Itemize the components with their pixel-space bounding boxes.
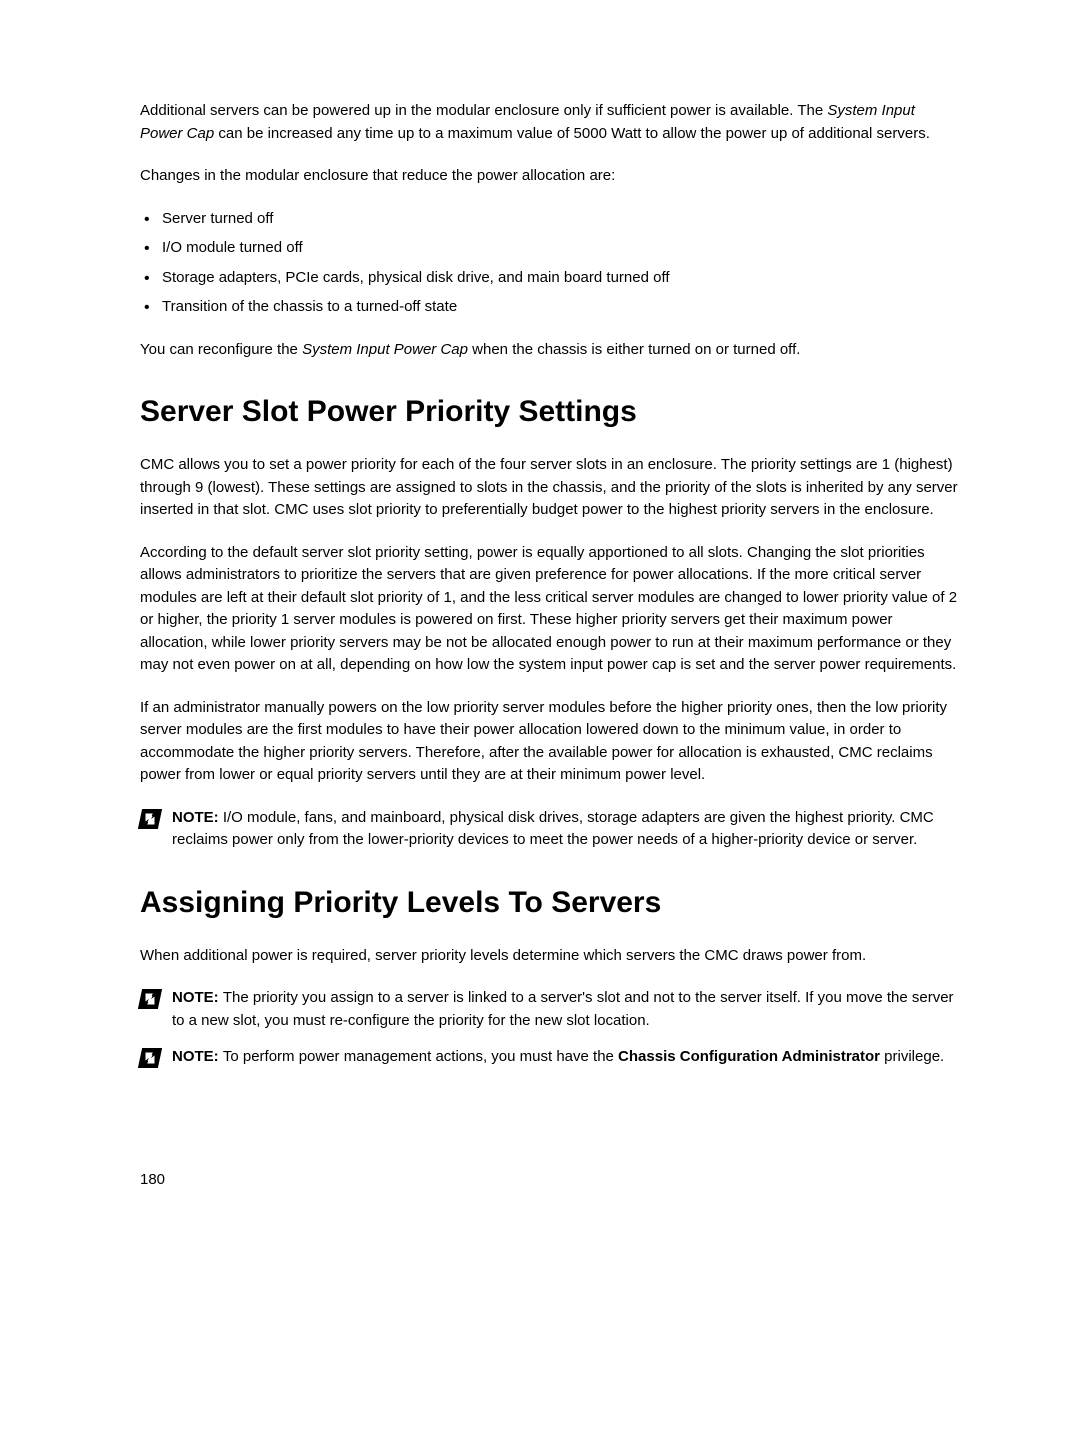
intro-p3-a: You can reconfigure the <box>140 341 302 358</box>
intro-p3-b: when the chassis is either turned on or … <box>468 341 800 358</box>
note-text: NOTE: The priority you assign to a serve… <box>172 987 960 1032</box>
note-body: I/O module, fans, and mainboard, physica… <box>172 809 934 849</box>
section-heading-server-slot: Server Slot Power Priority Settings <box>140 389 960 434</box>
note-block: NOTE: The priority you assign to a serve… <box>140 987 960 1032</box>
intro-p1-a: Additional servers can be powered up in … <box>140 102 827 119</box>
note-icon <box>138 1048 162 1068</box>
note-icon <box>138 809 162 829</box>
list-item: I/O module turned off <box>140 237 960 260</box>
list-item: Storage adapters, PCIe cards, physical d… <box>140 267 960 290</box>
note-body-a: To perform power management actions, you… <box>223 1048 618 1065</box>
list-item: Server turned off <box>140 208 960 231</box>
intro-p1-b: can be increased any time up to a maximu… <box>214 125 930 142</box>
intro-bullet-list: Server turned off I/O module turned off … <box>140 208 960 319</box>
note-icon <box>138 989 162 1009</box>
intro-p3-italic: System Input Power Cap <box>302 341 468 358</box>
intro-paragraph-3: You can reconfigure the System Input Pow… <box>140 339 960 362</box>
intro-paragraph-1: Additional servers can be powered up in … <box>140 100 960 145</box>
list-item: Transition of the chassis to a turned-of… <box>140 296 960 319</box>
section2-paragraph-1: When additional power is required, serve… <box>140 945 960 968</box>
section1-paragraph-3: If an administrator manually powers on t… <box>140 697 960 787</box>
note-body-b: privilege. <box>880 1048 944 1065</box>
section1-paragraph-2: According to the default server slot pri… <box>140 542 960 677</box>
note-block: NOTE: To perform power management action… <box>140 1046 960 1069</box>
section-heading-assigning-priority: Assigning Priority Levels To Servers <box>140 880 960 925</box>
intro-paragraph-2: Changes in the modular enclosure that re… <box>140 165 960 188</box>
note-body-bold: Chassis Configuration Administrator <box>618 1048 880 1065</box>
note-label: NOTE: <box>172 989 223 1006</box>
section1-paragraph-1: CMC allows you to set a power priority f… <box>140 454 960 522</box>
note-text: NOTE: I/O module, fans, and mainboard, p… <box>172 807 960 852</box>
note-body: The priority you assign to a server is l… <box>172 989 954 1029</box>
page-number: 180 <box>140 1169 960 1192</box>
note-label: NOTE: <box>172 1048 223 1065</box>
note-block: NOTE: I/O module, fans, and mainboard, p… <box>140 807 960 852</box>
note-label: NOTE: <box>172 809 223 826</box>
note-text: NOTE: To perform power management action… <box>172 1046 960 1069</box>
